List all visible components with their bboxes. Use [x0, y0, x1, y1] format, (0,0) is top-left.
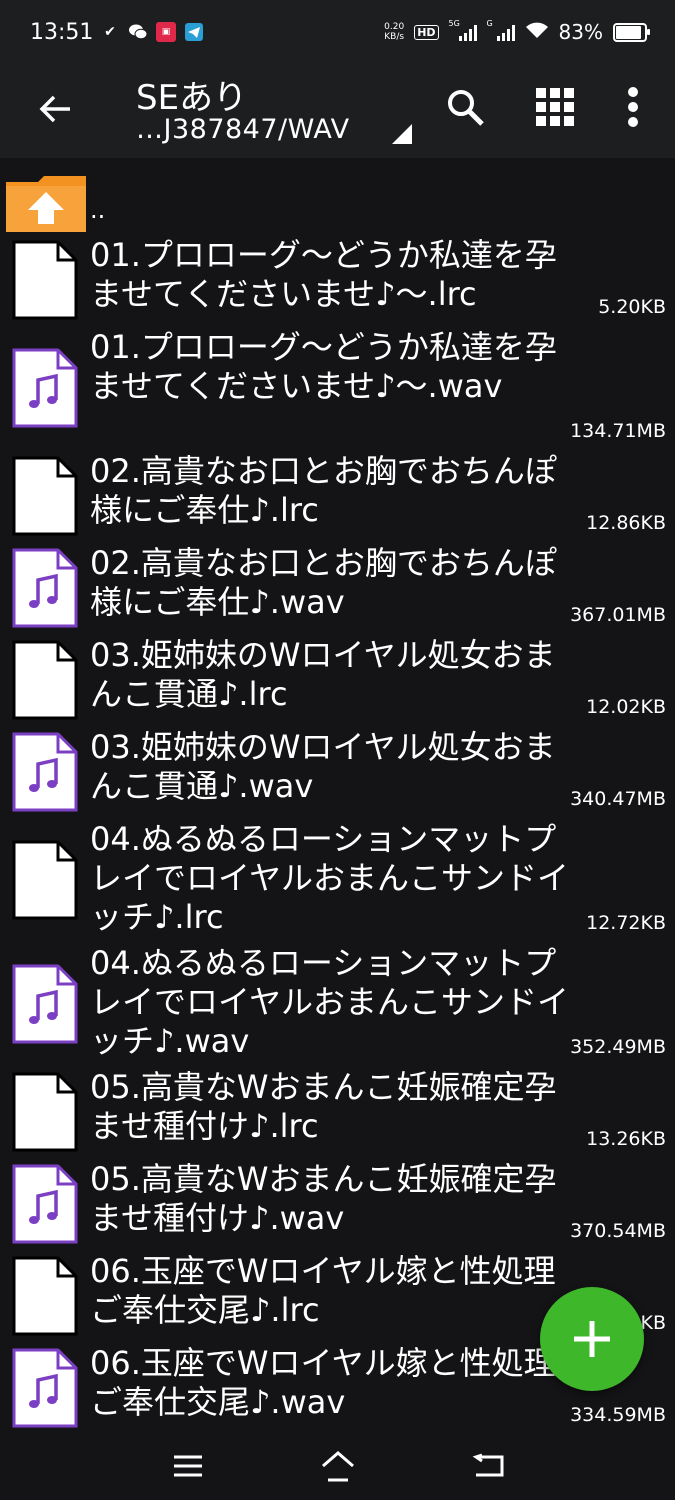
file-row[interactable]: 05.高貴なWおまんこ妊娠確定孕ませ種付け♪.wav 370.54MB — [0, 1158, 675, 1250]
text-file-icon — [12, 456, 78, 540]
file-name: 02.高貴なお口とお胸でおちんぽ様にご奉仕♪.wav — [90, 544, 557, 621]
file-name: 05.高貴なWおまんこ妊娠確定孕ませ種付け♪.wav — [90, 1160, 557, 1237]
back-icon — [472, 1453, 504, 1477]
file-size: 12.72KB — [586, 912, 666, 934]
signal-5g-label: 5G — [448, 19, 460, 28]
signal-5g-icon: 5G — [449, 19, 477, 41]
status-bar: 13:51 ✔ ▣ 0.20 KB/s HD 5G G 83% — [0, 0, 675, 66]
file-name: 06.玉座でWロイヤル嫁と性処理ご奉仕交尾♪.lrc — [90, 1252, 556, 1329]
audio-file-icon — [12, 964, 78, 1048]
more-options-button[interactable] — [608, 82, 658, 132]
signal-g-label: G — [486, 19, 493, 28]
add-icon — [574, 1321, 610, 1357]
file-list: .. 01.プロローグ～どうか私達を孕ませてくださいませ♪～.lrc 5.20KB… — [0, 158, 675, 1434]
text-file-icon — [12, 1072, 78, 1156]
battery-percent: 83% — [558, 20, 603, 44]
file-row[interactable]: 02.高貴なお口とお胸でおちんぽ様にご奉仕♪.lrc 12.86KB — [0, 450, 675, 542]
audio-file-icon — [12, 348, 78, 432]
notification-icons: ✔ ▣ — [100, 22, 204, 42]
status-time: 13:51 — [30, 20, 94, 45]
file-name: 04.ぬるぬるローションマットプレイでロイヤルおまんこサンドイッチ♪.lrc — [90, 820, 570, 936]
grid-view-icon — [536, 88, 574, 126]
file-size: 13.26KB — [586, 1128, 666, 1150]
text-file-icon — [12, 640, 78, 724]
menu-icon — [174, 1455, 202, 1477]
file-row[interactable]: 04.ぬるぬるローションマットプレイでロイヤルおまんこサンドイッチ♪.lrc 12… — [0, 818, 675, 942]
app-bar: SEあり …J387847/WAV — [0, 66, 675, 158]
folder-title: SEあり — [136, 78, 248, 118]
more-vert-icon — [628, 87, 638, 127]
check-icon: ✔ — [104, 24, 116, 40]
file-name: 03.姫姉妹のWロイヤル処女おまんこ貫通♪.lrc — [90, 636, 556, 713]
home-button[interactable] — [308, 1444, 368, 1488]
file-size: 367.01MB — [570, 604, 666, 626]
file-row[interactable]: 01.プロローグ～どうか私達を孕ませてくださいませ♪～.wav 134.71MB — [0, 326, 675, 450]
search-button[interactable] — [440, 82, 490, 132]
file-size: 12.02KB — [586, 696, 666, 718]
parent-directory-row[interactable]: .. — [0, 158, 675, 234]
battery-icon — [613, 22, 650, 42]
file-row[interactable]: 02.高貴なお口とお胸でおちんぽ様にご奉仕♪.wav 367.01MB — [0, 542, 675, 634]
file-size: 340.47MB — [570, 788, 666, 810]
net-speed-unit: KB/s — [384, 32, 405, 42]
file-size: KB — [640, 1312, 667, 1334]
back-arrow-icon — [39, 95, 70, 123]
file-row[interactable]: 05.高貴なWおまんこ妊娠確定孕ませ種付け♪.lrc 13.26KB — [0, 1066, 675, 1158]
navigation-bar — [0, 1440, 675, 1500]
wifi-icon — [525, 21, 549, 43]
file-size: 12.86KB — [586, 512, 666, 534]
file-name: 01.プロローグ～どうか私達を孕ませてくださいませ♪～.wav — [90, 328, 557, 405]
back-nav-button[interactable] — [458, 1444, 518, 1488]
file-size: 352.49MB — [570, 1036, 666, 1058]
menu-button[interactable] — [158, 1444, 218, 1488]
file-row[interactable]: 03.姫姉妹のWロイヤル処女おまんこ貫通♪.lrc 12.02KB — [0, 634, 675, 726]
file-row[interactable]: 01.プロローグ～どうか私達を孕ませてくださいませ♪～.lrc 5.20KB — [0, 234, 675, 326]
status-right: 0.20 KB/s HD 5G G 83% — [384, 19, 650, 44]
audio-file-icon — [12, 732, 78, 816]
file-row[interactable]: 03.姫姉妹のWロイヤル処女おまんこ貫通♪.wav 340.47MB — [0, 726, 675, 818]
back-button[interactable] — [30, 84, 80, 134]
file-name: 04.ぬるぬるローションマットプレイでロイヤルおまんこサンドイッチ♪.wav — [90, 944, 570, 1060]
grid-view-button[interactable] — [530, 82, 580, 132]
telegram-icon — [184, 22, 204, 42]
folder-path[interactable]: …J387847/WAV — [136, 114, 350, 145]
audio-file-icon — [12, 1348, 78, 1432]
path-dropdown-icon[interactable] — [392, 124, 412, 144]
hd-badge: HD — [414, 24, 439, 40]
text-file-icon — [12, 240, 78, 324]
notification-app-icon: ▣ — [156, 22, 176, 42]
net-speed-value: 0.20 — [384, 22, 405, 32]
file-name: 05.高貴なWおまんこ妊娠確定孕ませ種付け♪.lrc — [90, 1068, 557, 1145]
signal-g-icon: G — [487, 19, 515, 41]
file-name: 02.高貴なお口とお胸でおちんぽ様にご奉仕♪.lrc — [90, 452, 557, 529]
file-size: 334.59MB — [570, 1404, 666, 1426]
text-file-icon — [12, 840, 78, 924]
audio-file-icon — [12, 1164, 78, 1248]
file-name: 01.プロローグ～どうか私達を孕ませてくださいませ♪～.lrc — [90, 236, 557, 313]
add-button[interactable] — [540, 1287, 644, 1391]
wechat-icon — [128, 22, 148, 42]
file-name: 03.姫姉妹のWロイヤル処女おまんこ貫通♪.wav — [90, 728, 556, 805]
file-row[interactable]: 04.ぬるぬるローションマットプレイでロイヤルおまんこサンドイッチ♪.wav 35… — [0, 942, 675, 1066]
file-size: 134.71MB — [570, 420, 666, 442]
audio-file-icon — [12, 548, 78, 632]
net-speed: 0.20 KB/s — [384, 22, 404, 42]
parent-directory-label: .. — [90, 196, 106, 224]
text-file-icon — [12, 1256, 78, 1340]
search-icon — [448, 90, 484, 126]
file-size: 5.20KB — [598, 296, 666, 318]
file-size: 370.54MB — [570, 1220, 666, 1242]
folder-up-icon — [6, 176, 86, 236]
home-icon — [322, 1451, 354, 1482]
file-name: 06.玉座でWロイヤル嫁と性処理ご奉仕交尾♪.wav — [90, 1344, 556, 1421]
